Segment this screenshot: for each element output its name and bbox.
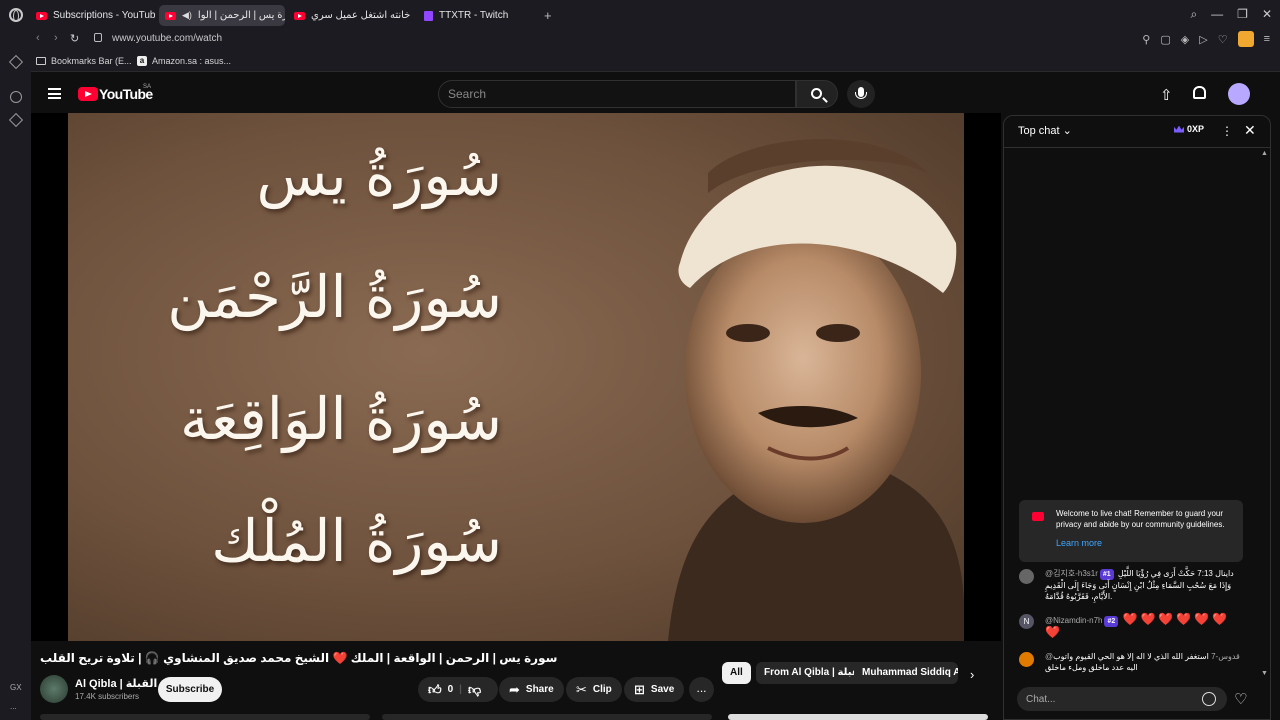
browser-sidebar — [0, 50, 31, 720]
related-placeholder — [728, 714, 988, 720]
like-count: 0 — [447, 684, 454, 695]
guide-menu-icon[interactable] — [48, 88, 61, 99]
play-icon[interactable]: ▷ — [1199, 33, 1207, 46]
youtube-favicon-icon — [36, 11, 47, 20]
portrait-illustration — [668, 139, 964, 641]
chip-all[interactable]: All — [722, 662, 751, 684]
notifications-bell-icon[interactable] — [1193, 86, 1206, 99]
share-button[interactable]: ➦ Share — [499, 677, 564, 702]
emoji-icon[interactable] — [1202, 692, 1216, 706]
heart-bookmark-icon[interactable]: ♡ — [1218, 33, 1228, 46]
video-frame[interactable]: سُورَةُ يس سُورَةُ الرَّحْمَن سُورَةُ ال… — [68, 113, 964, 641]
new-tab-button[interactable]: + — [544, 8, 552, 23]
subscribe-button[interactable]: Subscribe — [158, 677, 222, 702]
scroll-up-icon[interactable]: ▲ — [1261, 150, 1268, 157]
calligraphy-line-1: سُورَةُ يس — [256, 141, 502, 209]
minimize-icon[interactable]: — — [1211, 7, 1223, 22]
chat-message: @قدوس-7 استغفر الله الذي لا اله إلا هو ا… — [1045, 652, 1240, 672]
youtube-favicon-icon — [294, 11, 305, 20]
avatar[interactable]: N — [1019, 614, 1034, 629]
save-button[interactable]: ⊞ Save — [624, 677, 685, 702]
close-chat-icon[interactable]: ✕ — [1244, 122, 1256, 139]
tab-video-2[interactable]: بعد ما خانته اشتغل عميل سري — [288, 5, 414, 26]
dislike-icon[interactable]: 👎︎ — [468, 682, 481, 698]
country-code: SA — [143, 84, 152, 90]
calligraphy-line-2: سُورَةُ الرَّحْمَن — [167, 263, 502, 331]
sidebar-music-icon[interactable] — [10, 91, 22, 103]
pin-icon[interactable]: ⚲ — [1142, 33, 1150, 46]
like-dislike-group: 👍︎ 0 | 👎︎ — [418, 677, 498, 702]
extension-icon[interactable] — [1237, 31, 1254, 47]
video-title: سورة يس | الرحمن | الواقعة | الملك ❤️ ال… — [40, 651, 558, 665]
chip-artist[interactable]: Muhammad Siddiq Al — [854, 662, 958, 684]
back-icon[interactable]: ‹ — [36, 32, 40, 44]
search-tabs-icon[interactable]: ⌕ — [1190, 7, 1197, 22]
search-button[interactable] — [796, 80, 838, 108]
clip-button[interactable]: ✂ Clip — [566, 677, 622, 702]
xp-badge[interactable]: 0XP — [1174, 124, 1204, 134]
chat-more-icon[interactable]: ⋮ — [1221, 124, 1233, 138]
forward-icon[interactable]: › — [54, 32, 58, 44]
scissors-icon: ✂ — [576, 681, 587, 697]
youtube-favicon-icon — [165, 11, 176, 20]
description-placeholder — [382, 714, 712, 720]
address-bar-actions: ⚲ ▢ ◈ ▷ ♡ ≡ — [1142, 31, 1270, 47]
heart-reaction-icon[interactable]: ♡ — [1234, 690, 1247, 708]
search-icon — [811, 88, 822, 99]
shield-icon[interactable]: ◈ — [1181, 33, 1189, 46]
youtube-icon — [1032, 512, 1044, 521]
window-controls: ⌕ — ❐ ✕ — [1190, 7, 1272, 22]
close-window-icon[interactable]: ✕ — [1262, 7, 1272, 22]
amazon-icon: a — [137, 56, 147, 66]
microphone-icon — [855, 87, 867, 99]
learn-more-link[interactable]: Learn more — [1056, 538, 1102, 548]
avatar[interactable] — [1019, 652, 1034, 667]
subscriber-count: 17.4K subscribers — [75, 692, 140, 701]
youtube-logo-icon[interactable] — [78, 87, 98, 101]
tab-active-video[interactable]: ◀) سورة يس | الرحمن | الوا — [159, 5, 285, 26]
chat-message: @김지호-h3s1r #1 داينال 7:13 حَكَّتْ أَرَى ف… — [1045, 569, 1234, 601]
browser-menu-icon[interactable] — [9, 8, 23, 22]
welcome-text: Welcome to live chat! Remember to guard … — [1056, 509, 1225, 529]
twitch-favicon-icon — [424, 10, 433, 21]
search-input[interactable] — [448, 85, 778, 103]
channel-name[interactable]: Al Qibla | القبلة — [75, 677, 157, 690]
tab-twitch[interactable]: TTXTR - Twitch — [418, 5, 538, 26]
sidebar-more-icon[interactable]: ... — [10, 702, 17, 711]
restore-icon[interactable]: ❐ — [1237, 7, 1248, 22]
avatar[interactable] — [1019, 569, 1034, 584]
share-icon: ➦ — [509, 681, 520, 697]
description-placeholder — [40, 714, 370, 720]
chat-message: @Nizamdin-n7h #2 ❤️❤️❤️❤️❤️❤️❤️ — [1045, 612, 1231, 639]
chat-input[interactable] — [1026, 691, 1196, 707]
voice-search-button[interactable] — [847, 80, 875, 108]
sidebar-gx-icon[interactable]: GX — [10, 683, 22, 692]
calligraphy-line-3: سُورَةُ الوَاقِعَة — [179, 385, 502, 453]
tab-subscriptions[interactable]: Subscriptions - YouTube — [30, 5, 155, 26]
chevron-right-icon[interactable]: › — [970, 667, 974, 682]
reload-icon[interactable]: ↻ — [70, 32, 79, 45]
bookmark-amazon[interactable]: a Amazon.sa : asus... — [137, 56, 231, 66]
channel-avatar[interactable] — [40, 675, 68, 703]
create-upload-icon[interactable]: ⇧ — [1160, 86, 1173, 104]
account-avatar[interactable] — [1228, 83, 1250, 105]
lock-icon — [94, 33, 102, 42]
easy-setup-icon[interactable]: ≡ — [1264, 33, 1270, 45]
calligraphy-line-4: سُورَةُ المُلْك — [211, 507, 502, 575]
like-icon[interactable]: 👍︎ — [428, 682, 442, 698]
speaker-icon[interactable]: ◀) — [182, 10, 192, 21]
scroll-down-icon[interactable]: ▼ — [1261, 670, 1268, 677]
crown-icon — [1174, 125, 1184, 133]
chat-mode-dropdown[interactable]: Top chat ⌄ — [1018, 124, 1072, 137]
folder-icon — [36, 57, 46, 65]
more-actions-button[interactable]: ... — [689, 677, 714, 702]
snapshot-icon[interactable]: ▢ — [1160, 33, 1170, 46]
url-field[interactable]: www.youtube.com/watch — [112, 33, 222, 44]
save-playlist-icon: ⊞ — [634, 681, 645, 697]
bookmark-folder[interactable]: Bookmarks Bar (E... — [36, 56, 132, 66]
